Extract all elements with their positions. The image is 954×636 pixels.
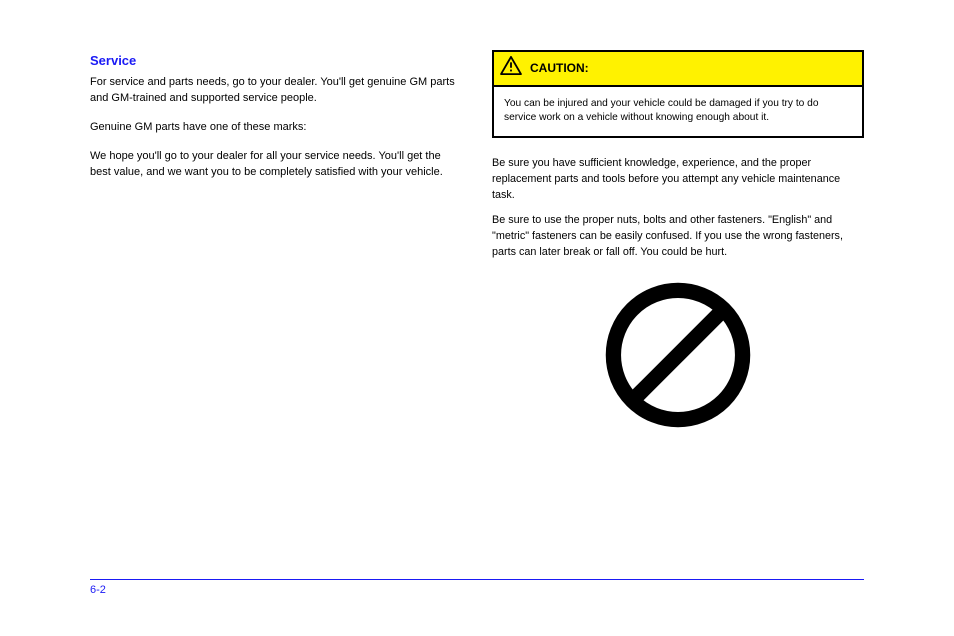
caution-box: CAUTION: You can be injured and your veh…: [492, 50, 864, 138]
page-footer: 6-2: [90, 579, 864, 596]
left-paragraph-3: We hope you'll go to your dealer for all…: [90, 149, 462, 181]
warning-triangle-icon: [500, 56, 522, 81]
page-number: 6-2: [90, 584, 864, 596]
caution-header: CAUTION:: [494, 52, 862, 87]
right-paragraph-2: Be sure to use the proper nuts, bolts an…: [492, 213, 864, 260]
right-paragraph-1: Be sure you have sufficient knowledge, e…: [492, 156, 864, 203]
caution-label: CAUTION:: [530, 60, 589, 77]
left-paragraph-1: For service and parts needs, go to your …: [90, 75, 462, 107]
left-paragraph-2: Genuine GM parts have one of these marks…: [90, 120, 462, 136]
section-title: Service: [90, 52, 462, 71]
prohibition-symbol: [492, 270, 864, 446]
caution-body-text: You can be injured and your vehicle coul…: [494, 87, 862, 137]
